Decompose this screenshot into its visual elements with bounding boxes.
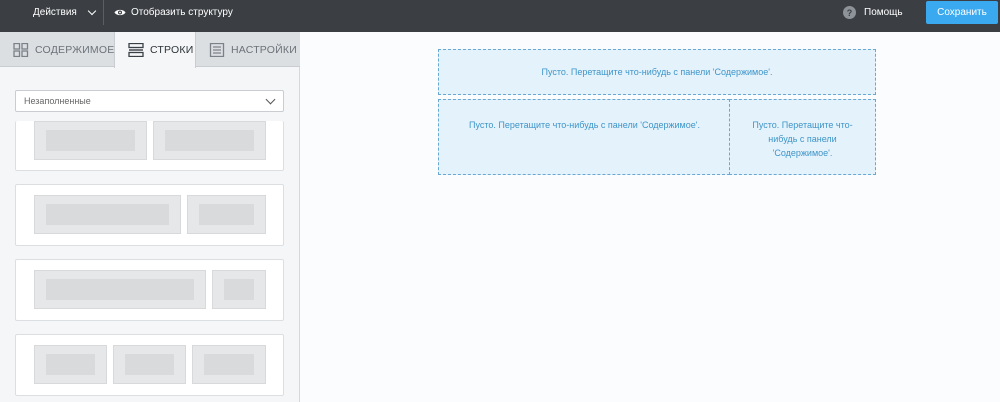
show-structure-label: Отобразить структуру: [131, 7, 233, 18]
empty-drop-message: Пусто. Перетащите что-нибудь с панели 'С…: [541, 67, 773, 77]
row-column-block: [34, 270, 206, 309]
rows-icon: [128, 43, 144, 57]
help-label: Помощь: [864, 7, 903, 18]
tab-rows-label: СТРОКИ: [150, 44, 194, 56]
eye-icon: [114, 9, 126, 16]
toolbar-divider: [103, 0, 104, 25]
row-column-block: [153, 121, 266, 160]
empty-drop-message: Пусто. Перетащите что-нибудь с панели 'С…: [469, 120, 700, 130]
row-column-block: [192, 345, 266, 384]
tab-rows[interactable]: СТРОКИ: [114, 32, 196, 68]
show-structure-button[interactable]: Отобразить структуру: [114, 0, 233, 25]
row-layout-1-1-1[interactable]: [15, 334, 284, 396]
tab-content[interactable]: СОДЕРЖИМОЕ: [0, 32, 114, 67]
empty-drop-zone[interactable]: Пусто. Перетащите что- нибудь с панели '…: [729, 99, 876, 175]
actions-label: Действия: [33, 7, 77, 18]
chevron-down-icon: [87, 6, 97, 16]
row-column-block: [34, 195, 181, 234]
help-button[interactable]: ? Помощь: [843, 0, 903, 25]
sidebar-tabs: СОДЕРЖИМОЕ СТРОКИ НАСТРОЙКИ: [0, 32, 300, 68]
row-layout-2-1[interactable]: [15, 184, 284, 246]
empty-drop-message: Пусто. Перетащите что- нибудь с панели '…: [752, 120, 853, 158]
top-toolbar: Действия Отобразить структуру ? Помощь С…: [0, 0, 1000, 32]
empty-drop-zone[interactable]: Пусто. Перетащите что-нибудь с панели 'С…: [438, 99, 730, 175]
row-layout-3-1[interactable]: [15, 259, 284, 321]
row-column-block: [212, 270, 266, 309]
tab-content-label: СОДЕРЖИМОЕ: [35, 43, 115, 56]
row-filter-select[interactable]: Незаполненные: [15, 90, 284, 112]
editor-canvas: Пусто. Перетащите что-нибудь с панели 'С…: [301, 32, 1000, 402]
question-icon: ?: [843, 6, 856, 19]
grid-icon: [13, 42, 29, 57]
actions-menu[interactable]: Действия: [33, 0, 97, 25]
row-column-block: [187, 195, 266, 234]
settings-icon: [209, 42, 225, 57]
save-button[interactable]: Сохранить: [926, 1, 998, 24]
row-column-block: [34, 345, 107, 384]
row-filter-value: Незаполненные: [24, 96, 91, 106]
sidebar-panel: СОДЕРЖИМОЕ СТРОКИ НАСТРОЙКИ Незаполненны…: [0, 32, 300, 402]
row-layout-1-1[interactable]: [15, 121, 284, 171]
empty-drop-zone[interactable]: Пусто. Перетащите что-нибудь с панели 'С…: [438, 49, 876, 95]
row-column-block: [34, 121, 147, 160]
row-column-block: [113, 345, 186, 384]
chevron-down-icon: [265, 94, 276, 105]
tab-settings[interactable]: НАСТРОЙКИ: [196, 32, 300, 67]
tab-settings-label: НАСТРОЙКИ: [231, 43, 297, 56]
